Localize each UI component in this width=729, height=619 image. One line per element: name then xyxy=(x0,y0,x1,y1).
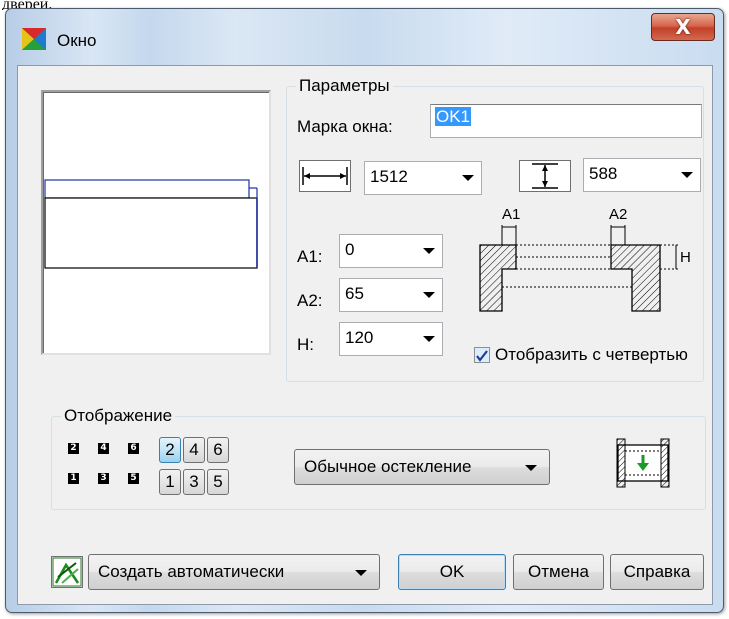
height-combo[interactable]: 588 xyxy=(583,158,701,192)
app-window-icon xyxy=(22,28,46,50)
h-combo[interactable]: 120 xyxy=(339,322,443,356)
width-combo[interactable]: 1512 xyxy=(364,161,482,195)
height-combo-value: 588 xyxy=(589,164,618,183)
dialog-client-area: Параметры Марка окна: OK1 1512 588 A1: 0… xyxy=(17,65,713,605)
scheme-mark-4: 4 xyxy=(98,443,109,454)
height-dimension-icon xyxy=(519,160,571,192)
scheme-mark-5: 5 xyxy=(128,473,139,484)
scheme-mark-1: 1 xyxy=(68,473,79,484)
glazing-dropdown[interactable]: Обычное остекление xyxy=(294,449,550,485)
create-mode-icon-button[interactable] xyxy=(51,556,83,588)
a1-combo-value: 0 xyxy=(345,240,355,259)
a2-combo[interactable]: 65 xyxy=(339,278,443,312)
help-button-label: Справка xyxy=(623,562,691,581)
diagram-a1-label: A1 xyxy=(502,206,520,223)
ok-button-label: OK xyxy=(439,562,465,581)
create-mode-dropdown-value: Создать автоматически xyxy=(98,562,285,581)
scheme-mark-2: 2 xyxy=(68,443,79,454)
a1-combo[interactable]: 0 xyxy=(339,234,443,268)
auto-create-icon xyxy=(52,557,82,587)
width-dimension-icon xyxy=(299,160,351,192)
display-group-title: Отображение xyxy=(61,406,176,426)
h-combo-value: 120 xyxy=(345,328,374,347)
quarter-checkbox[interactable] xyxy=(474,347,490,363)
quarter-diagram: A1 A2 H xyxy=(479,206,691,312)
flip-window-icon xyxy=(616,438,670,488)
diagram-h-label: H xyxy=(680,249,691,266)
display-group: Отображение 2 4 6 1 3 5 2 4 6 1 3 5 Обыч… xyxy=(51,406,706,510)
chevron-down-icon xyxy=(462,175,474,181)
glazing-dropdown-value: Обычное остекление xyxy=(304,457,472,476)
scheme-button-5[interactable]: 5 xyxy=(207,469,229,495)
mark-label: Марка окна: xyxy=(297,117,393,136)
a2-combo-value: 65 xyxy=(345,284,364,303)
ok-button[interactable]: OK xyxy=(398,554,506,590)
scheme-button-4[interactable]: 4 xyxy=(183,437,205,463)
cancel-button-label: Отмена xyxy=(528,562,589,581)
chevron-down-icon xyxy=(681,172,693,178)
flip-orientation-button[interactable] xyxy=(615,431,671,495)
diagram-a2-label: A2 xyxy=(609,206,627,223)
quarter-checkbox-label[interactable]: Отобразить с четвертью xyxy=(495,345,688,365)
parameters-group: Параметры Марка окна: OK1 1512 588 A1: 0… xyxy=(286,76,704,382)
width-combo-value: 1512 xyxy=(370,167,408,186)
close-button[interactable]: X xyxy=(651,13,715,41)
h-label: H: xyxy=(297,335,314,354)
parameters-group-title: Параметры xyxy=(296,76,393,96)
scheme-button-2[interactable]: 2 xyxy=(159,437,181,463)
scheme-button-6[interactable]: 6 xyxy=(207,437,229,463)
chevron-down-icon xyxy=(423,248,435,254)
chevron-down-icon xyxy=(423,336,435,342)
window-preview xyxy=(41,90,271,355)
scheme-mark-3: 3 xyxy=(98,473,109,484)
window-preview-drawing xyxy=(44,179,258,269)
help-button[interactable]: Справка xyxy=(610,554,704,590)
chevron-down-icon xyxy=(525,465,537,471)
mark-input-value: OK1 xyxy=(435,107,472,126)
scheme-mark-6: 6 xyxy=(128,443,139,454)
a1-label: A1: xyxy=(297,247,323,266)
window-okno: Окно X Параметры Марка окна: OK1 1512 58… xyxy=(5,8,724,613)
create-mode-dropdown[interactable]: Создать автоматически xyxy=(88,554,380,590)
scheme-button-1[interactable]: 1 xyxy=(159,469,181,495)
chevron-down-icon xyxy=(423,292,435,298)
chevron-down-icon xyxy=(355,570,367,576)
check-icon xyxy=(476,350,488,362)
window-title: Окно xyxy=(57,31,97,50)
cancel-button[interactable]: Отмена xyxy=(513,554,604,590)
close-icon: X xyxy=(675,15,691,39)
mark-input[interactable]: OK1 xyxy=(430,104,702,138)
title-bar[interactable]: Окно X xyxy=(6,9,723,61)
scheme-button-3[interactable]: 3 xyxy=(183,469,205,495)
a2-label: A2: xyxy=(297,291,323,310)
